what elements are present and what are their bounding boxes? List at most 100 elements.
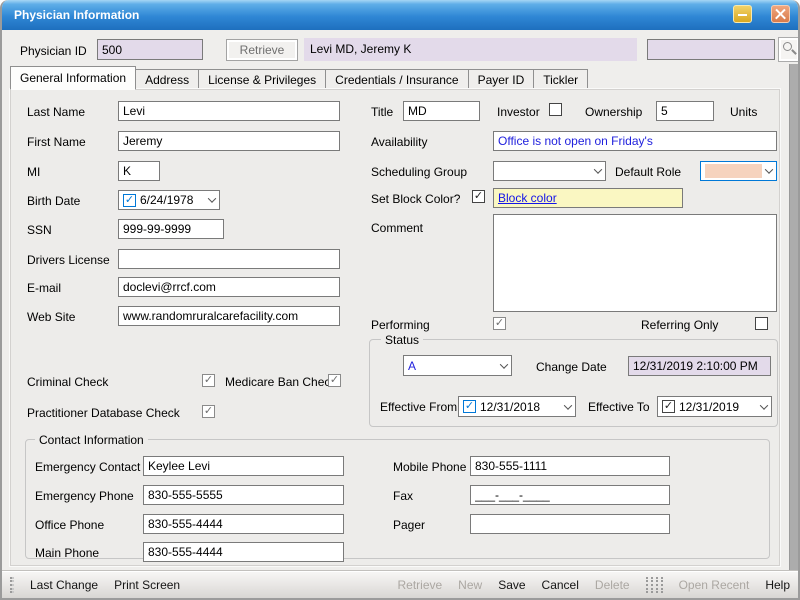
referring-only-label: Referring Only — [641, 318, 718, 332]
retrieve-toolbar-button: Retrieve — [397, 578, 442, 592]
set-block-color-checkbox[interactable]: ✓ — [472, 190, 485, 203]
birth-date-checkbox[interactable]: ✓ — [123, 194, 136, 207]
general-information-tabpage: Last Name First Name MI Birth Date ✓ 6/2… — [10, 89, 780, 566]
new-button: New — [458, 578, 482, 592]
block-color-link[interactable]: Block color — [498, 191, 557, 205]
tab-tickler[interactable]: Tickler — [534, 69, 588, 90]
ownership-input[interactable] — [656, 101, 714, 121]
bottom-toolbar: Last Change Print Screen Retrieve New Sa… — [2, 570, 798, 598]
tab-credentials-insurance[interactable]: Credentials / Insurance — [326, 69, 468, 90]
criminal-check-checkbox[interactable]: ✓ — [202, 374, 215, 387]
tab-general-information[interactable]: General Information — [10, 66, 136, 90]
emergency-phone-label: Emergency Phone — [35, 489, 134, 503]
pager-label: Pager — [393, 518, 425, 532]
practitioner-database-check-checkbox[interactable]: ✓ — [202, 405, 215, 418]
fax-label: Fax — [393, 489, 413, 503]
chevron-down-icon — [765, 165, 773, 173]
birth-date-picker[interactable]: ✓ 6/24/1978 — [118, 190, 220, 210]
mi-input[interactable] — [118, 161, 160, 181]
referring-only-checkbox[interactable] — [755, 317, 768, 330]
retrieve-button[interactable]: Retrieve — [226, 39, 298, 61]
drivers-license-label: Drivers License — [27, 253, 110, 267]
medicare-ban-check-label: Medicare Ban Check — [225, 375, 336, 389]
fax-input[interactable] — [470, 485, 670, 505]
first-name-input[interactable] — [118, 131, 340, 151]
close-button[interactable] — [771, 5, 790, 23]
toolbar-right-group: Retrieve New Save Cancel Delete Open Rec… — [397, 577, 790, 593]
availability-input[interactable] — [493, 131, 777, 151]
ssn-label: SSN — [27, 223, 52, 237]
default-role-label: Default Role — [615, 165, 681, 179]
set-block-color-label: Set Block Color? — [371, 192, 460, 206]
mi-label: MI — [27, 165, 40, 179]
ssn-input[interactable] — [118, 219, 224, 239]
criminal-check-label: Criminal Check — [27, 375, 108, 389]
comment-textarea[interactable] — [493, 214, 777, 312]
tab-strip: General Information Address License & Pr… — [10, 66, 588, 90]
mobile-phone-input[interactable] — [470, 456, 670, 476]
status-value: A — [408, 359, 416, 373]
investor-label: Investor — [497, 105, 540, 119]
title-bar: Physician Information — [2, 0, 798, 30]
minimize-button[interactable] — [733, 5, 752, 23]
mobile-phone-label: Mobile Phone — [393, 460, 466, 474]
change-date-field: 12/31/2019 2:10:00 PM — [628, 356, 771, 376]
chevron-down-icon — [594, 165, 602, 173]
first-name-label: First Name — [27, 135, 86, 149]
contact-information-group-label: Contact Information — [35, 433, 148, 447]
help-button[interactable]: Help — [765, 578, 790, 592]
default-role-color-swatch — [705, 164, 762, 178]
main-phone-input[interactable] — [143, 542, 344, 562]
search-icon — [783, 42, 792, 51]
web-site-input[interactable] — [118, 306, 340, 326]
last-change-button[interactable]: Last Change — [30, 578, 98, 592]
office-phone-input[interactable] — [143, 514, 344, 534]
save-button[interactable]: Save — [498, 578, 525, 592]
open-recent-button: Open Recent — [679, 578, 750, 592]
default-role-select[interactable] — [700, 161, 777, 181]
status-select[interactable]: A — [403, 355, 512, 376]
investor-checkbox[interactable] — [549, 103, 562, 116]
window-frame-strip — [789, 64, 798, 570]
effective-to-value: 12/31/2019 — [679, 400, 739, 414]
email-input[interactable] — [118, 277, 340, 297]
physician-id-input[interactable] — [97, 39, 203, 60]
effective-to-picker[interactable]: ✓ 12/31/2019 — [657, 396, 772, 417]
window-title: Physician Information — [14, 8, 139, 22]
last-name-input[interactable] — [118, 101, 340, 121]
emergency-contact-label: Emergency Contact — [35, 460, 140, 474]
effective-to-checkbox[interactable]: ✓ — [662, 400, 675, 413]
main-phone-label: Main Phone — [35, 546, 99, 560]
drivers-license-input[interactable] — [118, 249, 340, 269]
change-date-label: Change Date — [536, 360, 607, 374]
effective-from-value: 12/31/2018 — [480, 400, 540, 414]
comment-label: Comment — [371, 221, 423, 235]
medicare-ban-check-checkbox[interactable]: ✓ — [328, 374, 341, 387]
effective-from-checkbox[interactable]: ✓ — [463, 400, 476, 413]
emergency-phone-input[interactable] — [143, 485, 344, 505]
effective-from-picker[interactable]: ✓ 12/31/2018 — [458, 396, 576, 417]
tab-license-privileges[interactable]: License & Privileges — [199, 69, 326, 90]
practitioner-database-check-label: Practitioner Database Check — [27, 406, 180, 420]
title-input[interactable] — [403, 101, 480, 121]
tab-payer-id[interactable]: Payer ID — [469, 69, 535, 90]
print-screen-button[interactable]: Print Screen — [114, 578, 180, 592]
performing-checkbox[interactable]: ✓ — [493, 317, 506, 330]
search-button[interactable] — [778, 37, 800, 62]
emergency-contact-input[interactable] — [143, 456, 344, 476]
pager-input[interactable] — [470, 514, 670, 534]
title-label: Title — [371, 105, 393, 119]
cancel-button[interactable]: Cancel — [542, 578, 579, 592]
toolbar-separator-icon — [646, 577, 663, 593]
web-site-label: Web Site — [27, 310, 75, 324]
lookup-input[interactable] — [647, 39, 775, 60]
toolbar-grip-icon — [10, 577, 14, 593]
chevron-down-icon — [760, 401, 768, 409]
effective-to-label: Effective To — [588, 400, 650, 414]
block-color-field: Block color — [493, 188, 683, 208]
tab-address[interactable]: Address — [136, 69, 199, 90]
chevron-down-icon — [500, 360, 508, 368]
chevron-down-icon — [208, 194, 216, 202]
scheduling-group-select[interactable] — [493, 161, 606, 181]
availability-label: Availability — [371, 135, 427, 149]
